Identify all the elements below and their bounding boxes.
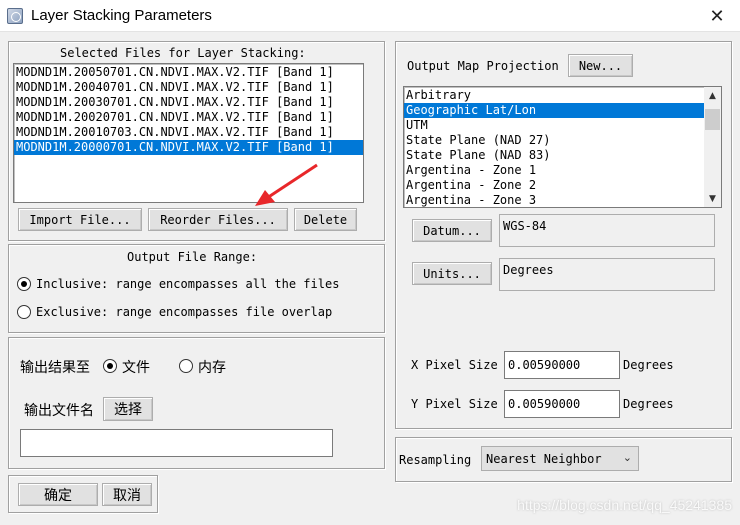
output-file-label[interactable]: 文件 (122, 357, 150, 377)
projection-label: Output Map Projection (407, 59, 559, 73)
datum-button[interactable]: Datum... (412, 219, 492, 242)
resampling-label: Resampling (399, 453, 472, 467)
output-to-label: 输出结果至 (20, 360, 90, 376)
file-list-item[interactable]: MODND1M.20010703.CN.NDVI.MAX.V2.TIF [Ban… (14, 125, 363, 140)
output-memory-radio[interactable] (179, 359, 193, 373)
file-list-item[interactable]: MODND1M.20040701.CN.NDVI.MAX.V2.TIF [Ban… (14, 80, 363, 95)
output-filename-label: 输出文件名 (24, 403, 94, 419)
watermark: https://blog.csdn.net/qq_45241385 (517, 497, 732, 513)
projection-list[interactable]: Arbitrary Geographic Lat/Lon UTM State Plan… (403, 86, 722, 208)
output-filename-input[interactable] (20, 429, 333, 457)
inclusive-radio[interactable] (17, 277, 31, 291)
projection-items: Arbitrary Geographic Lat/Lon UTM State Plan… (404, 88, 721, 207)
file-list-item[interactable]: MODND1M.20020701.CN.NDVI.MAX.V2.TIF [Ban… (14, 110, 363, 125)
scroll-up-icon[interactable]: ▲ (704, 87, 721, 104)
file-list-item[interactable]: MODND1M.20030701.CN.NDVI.MAX.V2.TIF [Ban… (14, 95, 363, 110)
y-pixel-size-label: Y Pixel Size (411, 397, 498, 411)
exclusive-label[interactable]: Exclusive: range encompasses file overla… (36, 305, 332, 319)
chevron-down-icon: ⌄ (622, 451, 632, 464)
scroll-thumb[interactable] (705, 109, 720, 130)
app-icon (7, 8, 23, 24)
title-bar: Layer Stacking Parameters ✕ (0, 0, 740, 32)
reorder-files-button[interactable]: Reorder Files... (148, 208, 288, 231)
x-pixel-unit: Degrees (623, 358, 674, 372)
projection-list-item[interactable]: Geographic Lat/Lon (404, 103, 704, 118)
inclusive-label[interactable]: Inclusive: range encompasses all the fil… (36, 277, 339, 291)
ok-button[interactable]: 确定 (18, 483, 98, 506)
window-title: Layer Stacking Parameters (31, 7, 212, 24)
projection-scrollbar[interactable]: ▲ ▼ (704, 87, 721, 207)
output-memory-label[interactable]: 内存 (198, 357, 226, 377)
resampling-value: Nearest Neighbor (486, 451, 602, 466)
y-pixel-size-input[interactable]: 0.00590000 (504, 390, 620, 418)
projection-list-item[interactable]: Argentina - Zone 2 (404, 178, 704, 193)
annotation-arrow (255, 163, 318, 206)
projection-list-item[interactable]: State Plane (NAD 83) (404, 148, 704, 163)
cancel-button[interactable]: 取消 (102, 483, 152, 506)
selected-files-heading: Selected Files for Layer Stacking: (60, 46, 306, 60)
choose-file-button[interactable]: 选择 (103, 397, 153, 421)
projection-list-item[interactable]: Argentina - Zone 3 (404, 193, 704, 207)
projection-list-item[interactable]: State Plane (NAD 27) (404, 133, 704, 148)
datum-value: WGS-84 (499, 214, 715, 247)
units-value: Degrees (499, 258, 715, 291)
exclusive-radio[interactable] (17, 305, 31, 319)
scroll-down-icon[interactable]: ▼ (704, 190, 721, 207)
projection-list-item[interactable]: Argentina - Zone 1 (404, 163, 704, 178)
new-projection-button[interactable]: New... (568, 54, 633, 77)
projection-list-item[interactable]: UTM (404, 118, 704, 133)
output-file-radio[interactable] (103, 359, 117, 373)
x-pixel-size-input[interactable]: 0.00590000 (504, 351, 620, 379)
close-icon[interactable]: ✕ (694, 0, 740, 32)
output-range-heading: Output File Range: (127, 250, 258, 264)
file-list-item[interactable]: MODND1M.20000701.CN.NDVI.MAX.V2.TIF [Ban… (14, 140, 363, 155)
delete-button[interactable]: Delete (294, 208, 357, 231)
projection-list-item[interactable]: Arbitrary (404, 88, 704, 103)
units-button[interactable]: Units... (412, 262, 492, 285)
import-file-button[interactable]: Import File... (18, 208, 142, 231)
y-pixel-unit: Degrees (623, 397, 674, 411)
x-pixel-size-label: X Pixel Size (411, 358, 498, 372)
file-list-item[interactable]: MODND1M.20050701.CN.NDVI.MAX.V2.TIF [Ban… (14, 65, 363, 80)
resampling-select[interactable]: Nearest Neighbor ⌄ (481, 446, 639, 471)
